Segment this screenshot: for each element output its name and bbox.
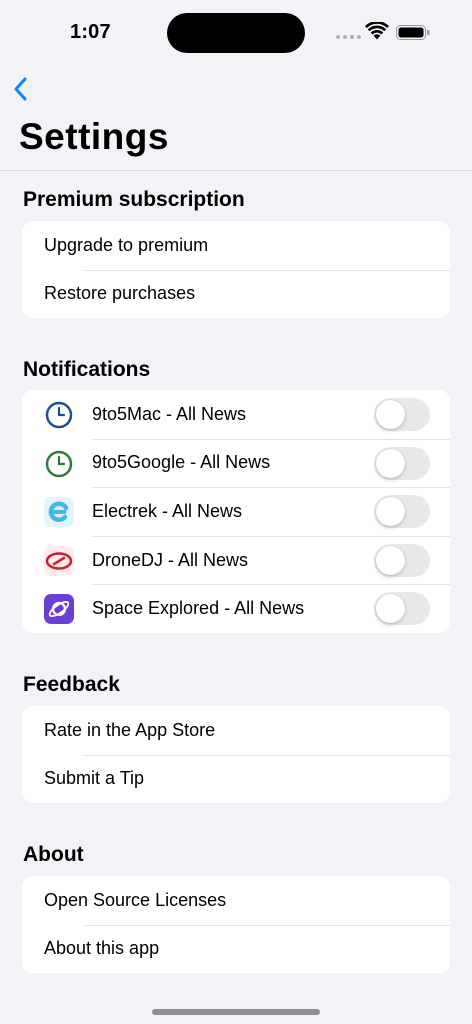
home-indicator[interactable] (152, 1009, 320, 1015)
notifications-group: 9to5Mac - All News 9to5Google - All News… (22, 390, 450, 633)
toggle-knob (376, 448, 405, 478)
notification-row-electrek: Electrek - All News (22, 487, 450, 536)
toggle-knob (376, 497, 405, 527)
navigation-bar: Settings (0, 64, 472, 171)
row-label: Rate in the App Store (44, 719, 216, 740)
status-time: 1:07 (70, 21, 111, 43)
notification-row-dronedj: DroneDJ - All News (22, 535, 450, 585)
notification-toggle[interactable] (374, 495, 430, 529)
toggle-knob (376, 594, 405, 624)
planet-icon (44, 594, 74, 625)
about-app-button[interactable]: About this app (22, 924, 450, 974)
rate-app-store-button[interactable]: Rate in the App Store (22, 706, 450, 755)
chevron-left-icon[interactable] (12, 76, 32, 102)
restore-purchases-button[interactable]: Restore purchases (22, 269, 450, 319)
section-header-feedback: Feedback (23, 673, 120, 696)
row-label: Submit a Tip (44, 768, 145, 789)
about-group: Open Source Licenses About this app (22, 876, 450, 974)
premium-group: Upgrade to premium Restore purchases (22, 221, 450, 319)
upgrade-premium-button[interactable]: Upgrade to premium (22, 221, 450, 270)
toggle-knob (376, 545, 405, 575)
open-source-licenses-button[interactable]: Open Source Licenses (22, 876, 450, 925)
section-header-about: About (23, 843, 84, 866)
notification-row-9to5mac: 9to5Mac - All News (22, 390, 450, 439)
wifi-icon (365, 22, 389, 40)
notification-toggle[interactable] (374, 446, 430, 480)
cellular-signal-icon (336, 35, 361, 39)
dynamic-island (167, 13, 305, 53)
battery-icon (396, 25, 430, 40)
submit-tip-button[interactable]: Submit a Tip (22, 754, 450, 804)
status-bar: 1:07 (0, 0, 472, 64)
feedback-group: Rate in the App Store Submit a Tip (22, 706, 450, 804)
electrek-e-icon (44, 497, 74, 528)
row-label: Open Source Licenses (44, 889, 227, 910)
notification-toggle[interactable] (374, 543, 430, 577)
page-title: Settings (19, 116, 169, 157)
notification-toggle[interactable] (374, 592, 430, 626)
clock-icon (44, 400, 74, 430)
dronedj-icon (44, 545, 74, 576)
section-header-notifications: Notifications (23, 358, 151, 381)
notification-row-9to5google: 9to5Google - All News (22, 438, 450, 488)
row-label: Upgrade to premium (44, 234, 209, 255)
toggle-knob (376, 400, 405, 429)
row-label: About this app (44, 938, 160, 959)
notification-toggle[interactable] (374, 398, 430, 431)
row-label: Restore purchases (44, 283, 196, 304)
notification-row-space-explored: Space Explored - All News (22, 584, 450, 633)
section-header-premium: Premium subscription (23, 188, 245, 211)
clock-icon (44, 448, 74, 479)
